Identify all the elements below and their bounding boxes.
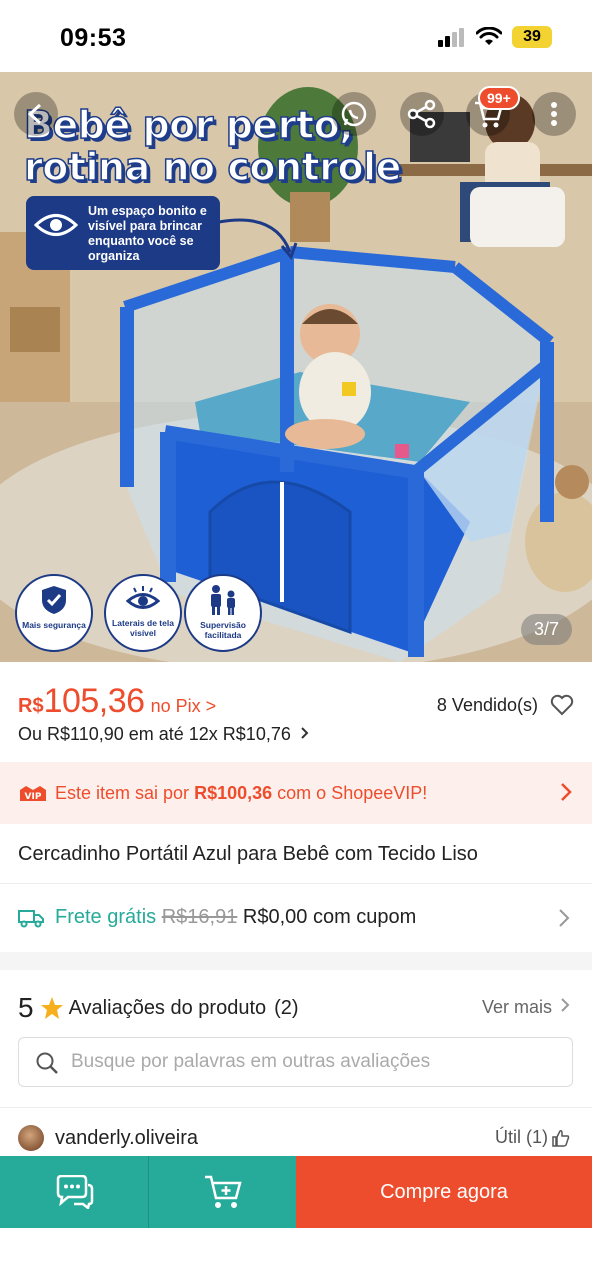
star-icon	[40, 997, 63, 1019]
shipping-row[interactable]: Frete grátis R$16,91 R$0,00 com cupom	[0, 884, 592, 952]
product-title: Cercadinho Portátil Azul para Bebê com T…	[18, 843, 478, 865]
cart-count-badge: 99+	[478, 86, 520, 110]
eye-icon	[34, 214, 78, 236]
reviews-count: (2)	[274, 996, 299, 1019]
shield-check-icon	[42, 586, 66, 614]
vip-prefix: Este item sai por	[55, 783, 190, 803]
useful-label: Útil (1)	[495, 1127, 548, 1147]
signal-icon	[438, 28, 464, 47]
feature-label: Laterais de tela visível	[112, 618, 174, 638]
see-more-label: Ver mais	[481, 997, 552, 1017]
divider	[0, 1107, 592, 1108]
reviews-header: 5 Avaliações do produto (2)	[18, 992, 299, 1024]
home-indicator-area	[0, 1228, 592, 1280]
installments-link[interactable]: Ou R$110,90 em até 12x R$10,76	[18, 724, 310, 745]
shopee-vip-banner[interactable]: VIP Este item sai por R$100,36 com o Sho…	[0, 762, 592, 824]
back-icon	[27, 103, 42, 125]
section-divider	[0, 952, 592, 970]
eye-icon	[126, 586, 160, 609]
review-search-box[interactable]	[18, 1037, 573, 1087]
more-options-button[interactable]	[532, 92, 576, 136]
share-icon	[407, 99, 436, 129]
image-counter: 3/7	[520, 614, 572, 645]
add-to-cart-button[interactable]	[148, 1156, 296, 1228]
rating-score: 5	[18, 992, 34, 1023]
whatsapp-share-button[interactable]	[332, 92, 376, 136]
bottom-action-bar: Compre agora	[0, 1156, 592, 1228]
feature-badge-visibility: Laterais de tela visível	[104, 574, 182, 652]
hero-callout-text: Um espaço bonito e visível para brincar …	[88, 204, 207, 263]
vip-logo-text: VIP	[25, 792, 42, 802]
vip-message: Este item sai por R$100,36 com o ShopeeV…	[55, 783, 427, 804]
status-icons: 39	[438, 26, 552, 48]
chat-button[interactable]	[0, 1156, 148, 1228]
sold-count: 8 Vendido(s)	[436, 695, 538, 715]
useful-button[interactable]: Útil (1)	[495, 1127, 570, 1148]
hero-callout: Um espaço bonito e visível para brincar …	[26, 196, 220, 270]
pix-link[interactable]: no Pix >	[151, 696, 217, 717]
shipping-text: Frete grátis R$16,91 R$0,00 com cupom	[55, 906, 416, 929]
battery-indicator: 39	[512, 26, 552, 48]
product-image-carousel[interactable]: Bebê por perto, rotina no controle Um es…	[0, 72, 592, 662]
product-title-row: Cercadinho Portátil Azul para Bebê com T…	[0, 824, 592, 884]
chevron-right-icon	[561, 783, 572, 801]
status-time: 09:53	[60, 24, 127, 52]
chevron-right-icon	[561, 998, 570, 1012]
reviews-title: Avaliações do produto	[68, 996, 267, 1019]
add-to-cart-icon	[204, 1175, 242, 1208]
new-shipping-price: R$0,00 com cupom	[242, 906, 417, 928]
callout-arrow-icon	[218, 218, 298, 261]
old-shipping-price: R$16,91	[161, 906, 238, 928]
vip-logo-icon: VIP	[20, 786, 46, 802]
share-button[interactable]	[400, 92, 444, 136]
free-shipping-label: Frete grátis	[55, 906, 157, 928]
see-more-link[interactable]: Ver mais	[482, 997, 570, 1018]
price-currency: R$	[18, 695, 44, 717]
feature-badge-safety: Mais segurança	[15, 574, 93, 652]
feature-label: Supervisão facilitada	[200, 620, 246, 640]
review-search-input[interactable]	[71, 1038, 561, 1086]
installments-text: Ou R$110,90 em até 12x R$10,76	[18, 724, 291, 744]
buy-now-button[interactable]: Compre agora	[296, 1156, 592, 1228]
truck-icon	[18, 910, 44, 928]
people-icon	[211, 585, 235, 615]
thumbs-up-icon	[552, 1129, 570, 1147]
wifi-icon	[476, 27, 502, 45]
status-bar: 09:53 39	[0, 0, 592, 72]
price-value: 105,36	[43, 682, 146, 720]
vip-price: R$100,36	[194, 783, 273, 803]
feature-badge-supervision: Supervisão facilitada	[184, 574, 262, 652]
feature-label: Mais segurança	[22, 620, 86, 630]
back-button[interactable]	[14, 92, 58, 136]
reviewer-name: vanderly.oliveira	[55, 1126, 199, 1149]
search-icon	[36, 1052, 58, 1074]
price-section: R$ 105,36 no Pix > Ou R$110,90 em até 12…	[0, 662, 592, 762]
chevron-right-icon	[301, 727, 309, 739]
price-row[interactable]: R$ 105,36 no Pix >	[18, 682, 216, 721]
hero-headline-line2: rotina no controle	[23, 145, 402, 189]
more-icon	[551, 102, 557, 126]
favorite-heart-icon[interactable]	[550, 694, 574, 716]
whatsapp-share-icon	[341, 101, 367, 127]
reviews-section: 5 Avaliações do produto (2) Ver mais van…	[0, 970, 592, 1160]
chat-icon	[56, 1175, 94, 1209]
chevron-right-icon	[559, 909, 570, 927]
avatar[interactable]	[18, 1125, 44, 1151]
vip-suffix: com o ShopeeVIP!	[277, 783, 428, 803]
reviewer-row: vanderly.oliveira	[18, 1125, 198, 1151]
